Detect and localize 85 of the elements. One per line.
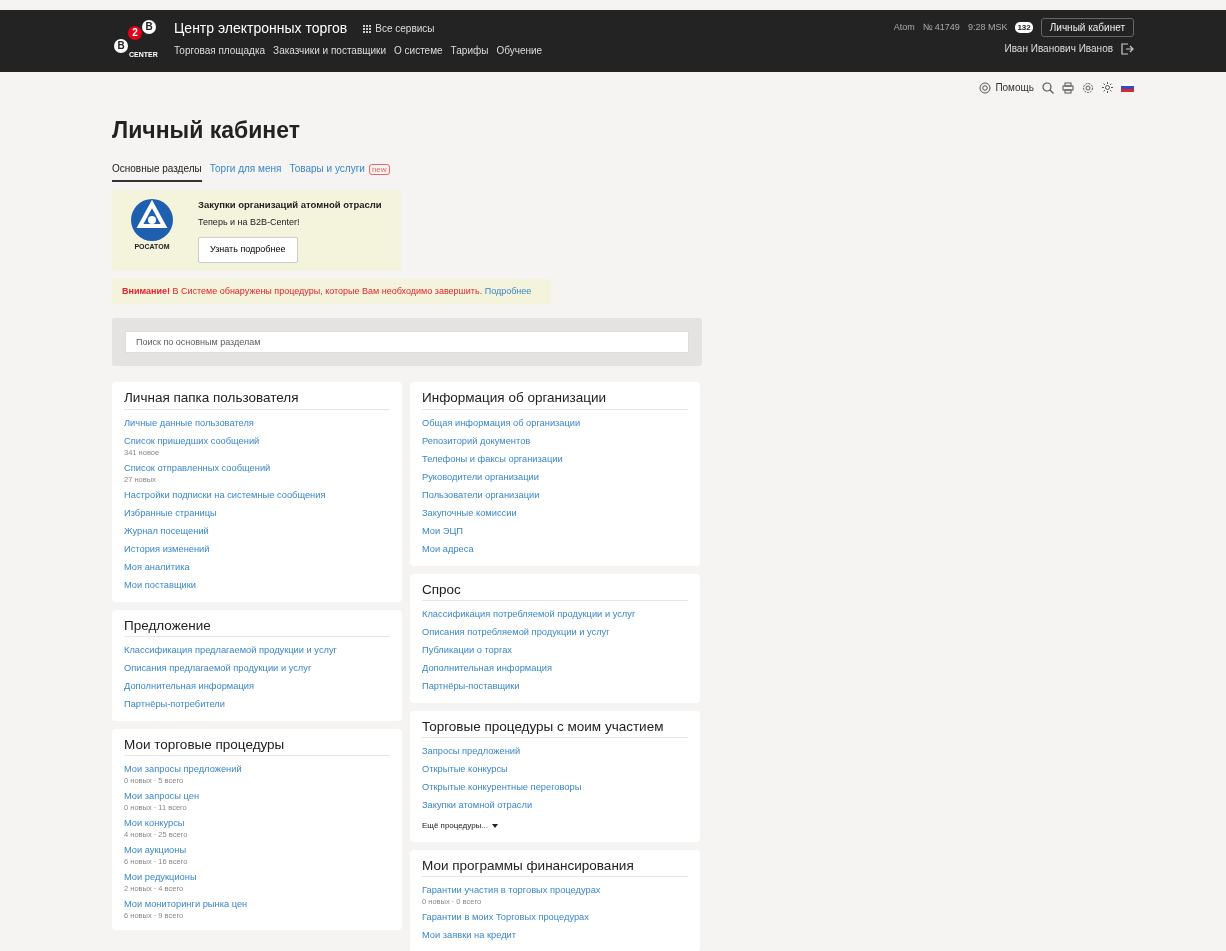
details-link[interactable]: Подробнее	[484, 285, 532, 296]
section-link[interactable]: Описания потребляемой продукции и услуг	[422, 625, 610, 639]
tab[interactable]: Товары и услуги new	[289, 160, 390, 182]
section-link[interactable]: Открытые конкурсы	[422, 762, 508, 776]
search-field[interactable]: Поиск по основным разделам	[125, 331, 689, 354]
section-title: Мои торговые процедуры	[124, 736, 390, 756]
section-link[interactable]: Дополнительная информация	[422, 661, 552, 675]
section-title: Предложение	[124, 617, 390, 637]
account-button[interactable]: Личный кабинет	[1040, 18, 1134, 37]
section-link[interactable]: Гарантии в моих Торговых процедурах	[422, 911, 589, 925]
site-title: Центр электронных торгов	[174, 19, 348, 38]
message-count[interactable]: 132	[1015, 22, 1033, 33]
new-badge: new	[368, 163, 390, 175]
grid-icon	[363, 24, 372, 33]
printer-icon[interactable]	[1062, 81, 1074, 94]
promo-title: Закупки организаций атомной отрасли	[198, 197, 382, 212]
sun-icon[interactable]	[1102, 82, 1113, 93]
user-name[interactable]: Иван Иванович Иванов	[1004, 41, 1113, 56]
section-link[interactable]: Телефоны и факсы организации	[422, 452, 563, 466]
section-link[interactable]: Мои конкурсы	[124, 816, 185, 830]
section-link[interactable]: Мои заявки на кредит	[422, 929, 516, 943]
logo-letter: B	[142, 20, 156, 34]
services-link[interactable]: Все сервисы	[363, 21, 435, 36]
section-link[interactable]: Запросы предложений	[422, 744, 521, 758]
section-link[interactable]: Мои запросы цен	[124, 789, 200, 803]
logo-badge: 2	[128, 26, 142, 40]
section-link[interactable]: Описания предлагаемой продукции и услуг	[124, 661, 312, 675]
section-title: Мои программы финансирования	[422, 857, 688, 878]
section-link[interactable]: Закупочные комиссии	[422, 506, 517, 520]
atom-logo-icon	[130, 197, 174, 242]
section-link[interactable]: Мои адреса	[422, 542, 474, 556]
flag-icon[interactable]	[1121, 83, 1134, 92]
section-link[interactable]: Мои редукционы	[124, 870, 197, 884]
learn-more-button[interactable]: Узнать подробнее	[198, 237, 298, 263]
section-link[interactable]: Избранные страницы	[124, 506, 217, 520]
section-link[interactable]: Журнал посещений	[124, 524, 209, 538]
section-title: Информация об организации	[422, 390, 688, 410]
section-link[interactable]: Руководители организации	[422, 470, 539, 484]
section-link[interactable]: Классификация потребляемой продукции и услуг	[422, 607, 636, 621]
lifebuoy-icon	[979, 81, 992, 94]
section-link[interactable]: Публикации о торгах	[422, 643, 512, 657]
settings-icon[interactable]	[1082, 81, 1094, 94]
caret-icon	[492, 823, 499, 828]
tab[interactable]: Основные разделы	[112, 160, 202, 182]
section-link[interactable]: Партнёры-поставщики	[422, 679, 520, 693]
section-title: Личная папка пользователя	[124, 390, 390, 410]
section-title: Торговые процедуры с моим участием	[422, 718, 688, 738]
account-number: № 41749	[922, 20, 960, 34]
section-link[interactable]: Открытые конкурентные переговоры	[422, 780, 582, 794]
promo-text: Теперь и на B2B-Center!	[198, 215, 301, 229]
nav-link[interactable]: Торговая площадка	[174, 43, 266, 58]
more-procedures-button[interactable]: Ещё процедуры...	[422, 819, 499, 832]
nav-link[interactable]: Заказчики и поставщики	[273, 43, 386, 58]
section-link[interactable]: Общая информация об организации	[422, 416, 581, 430]
section-link[interactable]: Список пришедших сообщений	[124, 434, 260, 448]
section-link[interactable]: Мои аукционы	[124, 843, 187, 857]
server-time: 9:28 MSK	[967, 20, 1008, 34]
section-link[interactable]: Мои запросы предложений	[124, 762, 242, 776]
warning-text: Внимание! В Системе обнаружены процедуры, которые Вам необходимо завершить.	[122, 285, 484, 296]
section-link[interactable]: Партнёры-потребители	[124, 697, 225, 711]
search-icon[interactable]	[1042, 81, 1054, 94]
help-link[interactable]: Помощь	[979, 80, 1034, 95]
section-link[interactable]: Гарантии участия в торговых процедурах	[422, 884, 601, 898]
nav-link[interactable]: Тарифы	[450, 43, 489, 58]
nav-link[interactable]: О системе	[394, 43, 443, 58]
section-link[interactable]: Мои мониторинги рынка цен	[124, 897, 248, 911]
logout-icon[interactable]	[1121, 42, 1134, 55]
section-link[interactable]: Дополнительная информация	[124, 679, 254, 693]
section-title: Спрос	[422, 581, 688, 601]
section-link[interactable]: Классификация предлагаемой продукции и услуг	[124, 643, 337, 657]
nav-link[interactable]: Обучение	[496, 43, 543, 58]
section-link[interactable]: Мои поставщики	[124, 578, 196, 592]
section-link[interactable]: Моя аналитика	[124, 560, 190, 574]
logo-letter: B	[114, 39, 128, 53]
section-link[interactable]: Личные данные пользователя	[124, 416, 254, 430]
org-name: Atom	[893, 20, 915, 34]
tab[interactable]: Торги для меня	[209, 160, 282, 182]
section-link[interactable]: Список отправленных сообщений	[124, 461, 271, 475]
section-link[interactable]: Репозиторий документов	[422, 434, 531, 448]
section-link[interactable]: История изменений	[124, 542, 210, 556]
section-link[interactable]: Настройки подписки на системные сообщения	[124, 488, 326, 502]
section-link[interactable]: Закупки атомной отрасли	[422, 798, 533, 812]
page-title: Личный кабинет	[112, 117, 301, 145]
section-link[interactable]: Мои ЭЦП	[422, 524, 464, 538]
section-link[interactable]: Пользователи организации	[422, 488, 540, 502]
